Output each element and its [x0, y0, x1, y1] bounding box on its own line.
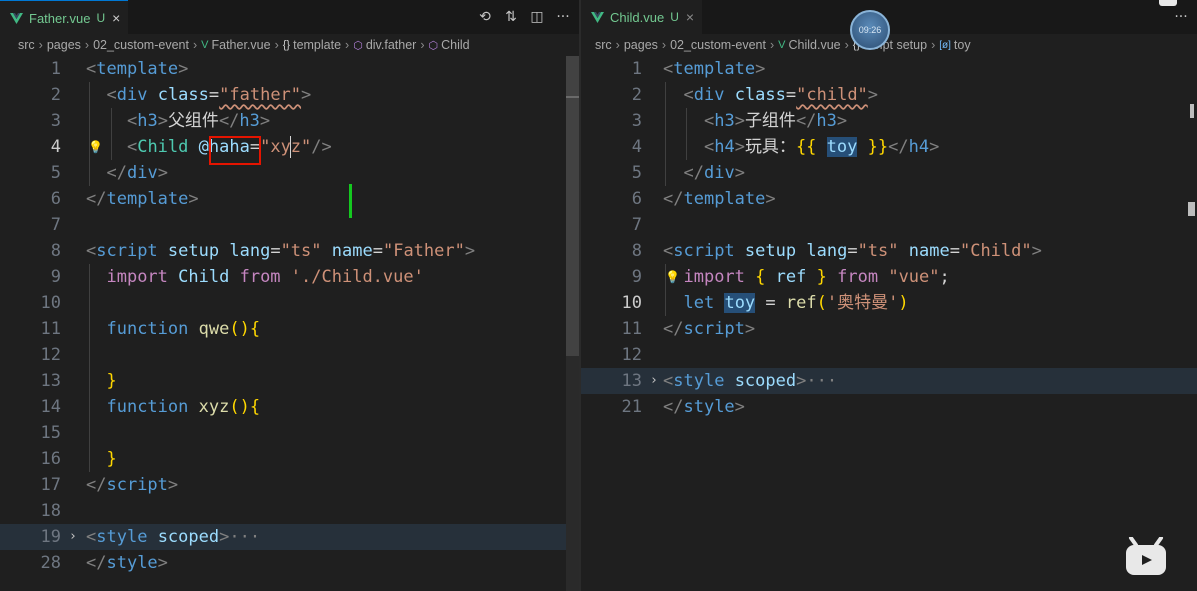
code-line: 15 [40, 423, 61, 443]
chevron-right-icon: › [844, 38, 849, 52]
breadcrumb-child[interactable]: ⬡ Child [429, 38, 470, 52]
breadcrumb-pages[interactable]: pages [624, 38, 658, 52]
breadcrumb-folder[interactable]: 02_custom-event [93, 38, 189, 52]
chevron-right-icon: › [192, 38, 198, 52]
code-line: 16 } [40, 449, 117, 469]
code-line: 9 💡 import { ref } from "vue"; [581, 264, 1197, 290]
chevron-right-icon: › [769, 38, 775, 52]
overview-ruler-mark [566, 96, 579, 98]
code-line-folded: 19 › <style scoped>··· [0, 524, 579, 550]
breadcrumb-pages[interactable]: pages [47, 38, 81, 52]
code-line: 12 [621, 345, 642, 365]
code-line: 7 [50, 215, 61, 235]
chevron-right-icon: › [38, 38, 43, 52]
history-icon[interactable]: ⟲ [477, 9, 493, 25]
code-line: 6 </template> [50, 189, 199, 209]
chevron-right-icon: › [615, 38, 620, 52]
code-line: 3 <h3>子组件</h3> [631, 111, 848, 131]
bilibili-logo-icon [1126, 537, 1166, 575]
untracked-badge: U [670, 10, 679, 24]
code-line: 8 <script setup lang="ts" name="Father"> [50, 241, 476, 261]
breadcrumb: src › pages › 02_custom-event › V Father.vue… [0, 34, 579, 56]
chevron-right-icon: › [274, 38, 279, 52]
vue-file-icon [591, 11, 604, 23]
code-line: 6 </template> [631, 189, 776, 209]
compare-changes-icon[interactable]: ⇅ [503, 9, 519, 25]
code-line: 7 [631, 215, 642, 235]
code-line: 11 function qwe(){ [40, 319, 261, 339]
code-line: 28 </style> [40, 553, 168, 573]
vue-file-icon [10, 12, 23, 24]
tab-label: Father.vue [29, 10, 91, 26]
code-line: 9 import Child from './Child.vue' [50, 267, 424, 287]
breadcrumb-toy[interactable]: [ø] toy [939, 38, 970, 52]
chevron-right-icon: › [931, 38, 936, 52]
element-icon: ⬡ [353, 39, 363, 52]
left-tab-bar: Father.vue U × ⟲ ⇅ ◫ ··· [0, 0, 579, 35]
left-editor-pane[interactable]: Father.vue U × ⟲ ⇅ ◫ ··· src › pages › 02_… [0, 0, 579, 591]
more-actions-icon[interactable]: ··· [555, 9, 571, 25]
breadcrumb: src › pages › 02_custom-event › V Child.vue ›… [581, 34, 1197, 56]
breadcrumb-div[interactable]: ⬡ div.father [353, 38, 416, 52]
breadcrumb-template[interactable]: {} template [283, 38, 341, 52]
code-line: 13 } [40, 371, 117, 391]
untracked-badge: U [96, 11, 106, 25]
webcam-avatar-overlay: 09:26 [850, 10, 890, 50]
text-cursor [290, 136, 291, 158]
code-line: 8 <script setup lang="ts" name="Child"> [631, 241, 1042, 261]
tab-child-vue[interactable]: Child.vue U × [581, 0, 703, 34]
more-actions-icon[interactable]: ··· [1173, 9, 1189, 25]
breadcrumb-file[interactable]: V Child.vue [778, 38, 840, 52]
code-line: 4 <h4>玩具：{{ toy }}</h4> [631, 137, 940, 157]
code-editor[interactable]: 1 <template> 2 <div class="father"> 3 <h3… [0, 56, 579, 591]
code-line: 10 [40, 293, 61, 313]
code-line: 1 <template> [50, 59, 189, 79]
tab-father-vue[interactable]: Father.vue U × [0, 0, 129, 35]
right-editor-pane[interactable]: Child.vue U × ··· src › pages › 02_custom-… [581, 0, 1197, 591]
code-line-folded: 13 › <style scoped>··· [581, 368, 1197, 394]
chevron-right-icon[interactable]: › [650, 368, 658, 394]
code-line: 2 <div class="father"> [50, 85, 312, 105]
breadcrumb-file[interactable]: V Father.vue [201, 38, 270, 52]
split-editor-icon[interactable]: ◫ [529, 9, 545, 25]
code-line: 5 </div> [50, 163, 168, 183]
code-line: 18 [40, 501, 61, 521]
breadcrumb-src[interactable]: src [595, 38, 612, 52]
scrollbar-thumb[interactable] [566, 56, 579, 356]
code-line: 17 </script> [40, 475, 179, 495]
annotation-pen-mark [349, 184, 352, 218]
chevron-right-icon: › [84, 38, 90, 52]
chevron-right-icon: › [661, 38, 667, 52]
braces-icon: {} [282, 39, 291, 51]
code-line: 3 <h3>父组件</h3> [50, 111, 271, 131]
overview-ruler-mark [1188, 202, 1195, 216]
code-line: 5 </div> [631, 163, 745, 183]
close-tab-icon[interactable]: × [686, 9, 694, 25]
code-line: 11 </script> [621, 319, 756, 339]
overview-ruler-mark [1190, 104, 1194, 118]
code-line: 1 <template> [631, 59, 766, 79]
breadcrumb-folder[interactable]: 02_custom-event [670, 38, 766, 52]
feedback-icon[interactable] [1159, 0, 1177, 6]
code-line: 2 <div class="child"> [631, 85, 879, 105]
chevron-right-icon[interactable]: › [69, 524, 77, 550]
breadcrumb-src[interactable]: src [18, 38, 35, 52]
code-line-active: 10 let toy = ref('奥特曼') [621, 293, 909, 313]
vue-file-icon: V [778, 39, 786, 51]
vue-file-icon: V [201, 39, 209, 51]
editor-toolbar: ⟲ ⇅ ◫ ··· [477, 0, 571, 34]
chevron-right-icon: › [345, 38, 350, 52]
code-line: 14 function xyz(){ [40, 397, 261, 417]
chevron-right-icon: › [420, 38, 425, 52]
close-tab-icon[interactable]: × [112, 10, 120, 26]
code-line: 12 [40, 345, 61, 365]
code-line: 21 </style> [621, 397, 745, 417]
variable-icon: [ø] [939, 39, 951, 51]
highlight-box [209, 136, 261, 165]
element-icon: ⬡ [428, 39, 439, 52]
tab-label: Child.vue [610, 9, 665, 25]
code-editor[interactable]: 1 <template> 2 <div class="child"> 3 <h3>… [581, 56, 1197, 591]
